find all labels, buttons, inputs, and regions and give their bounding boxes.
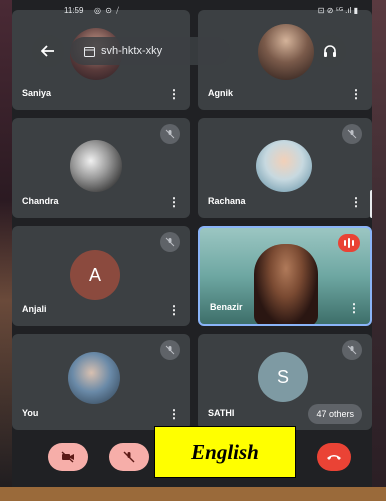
- participant-tile-you[interactable]: You ⋮: [12, 334, 190, 430]
- audio-output-button[interactable]: [314, 35, 346, 67]
- background-scene-left: [0, 0, 12, 501]
- avatar: [70, 140, 122, 192]
- others-count-badge[interactable]: 47 others: [308, 404, 362, 424]
- end-call-icon: [327, 455, 341, 460]
- more-options-icon[interactable]: ⋮: [168, 408, 180, 420]
- participant-name: Chandra: [22, 196, 59, 206]
- background-scene-right: [372, 0, 386, 501]
- others-count-label: 47 others: [316, 409, 354, 419]
- status-bar: 11:59 ◎ ⊙ ⧸ ⊡ ⊘ ⁵ᴳ .ıl ▮: [12, 0, 372, 20]
- mic-muted-icon: [160, 232, 180, 252]
- participant-name: SATHI: [208, 408, 235, 418]
- more-options-icon[interactable]: ⋮: [168, 88, 180, 100]
- arrow-left-icon: [41, 45, 54, 57]
- participant-name: You: [22, 408, 39, 418]
- participant-tile-sathi[interactable]: S SATHI 47 others: [198, 334, 372, 430]
- participant-name: Benazir: [210, 302, 243, 312]
- mic-muted-icon: [160, 340, 180, 360]
- status-icons-right: ⊡ ⊘ ⁵ᴳ .ıl ▮: [317, 6, 358, 15]
- mic-off-icon: [123, 451, 135, 463]
- meeting-top-bar: svh-hktx-xky: [12, 28, 372, 72]
- participant-tile-rachana[interactable]: Rachana ⋮: [198, 118, 372, 218]
- meeting-info-button[interactable]: svh-hktx-xky: [70, 37, 230, 65]
- avatar-initial: A: [88, 264, 101, 285]
- mic-muted-icon: [342, 340, 362, 360]
- participant-name: Saniya: [22, 88, 52, 98]
- participant-tile-anjali[interactable]: A Anjali ⋮: [12, 226, 190, 326]
- meeting-code: svh-hktx-xky: [101, 45, 163, 57]
- avatar: A: [70, 250, 120, 300]
- background-scene-bottom: [0, 487, 386, 501]
- avatar-initial: S: [276, 366, 289, 387]
- avatar: S: [258, 352, 308, 402]
- more-options-icon[interactable]: ⋮: [350, 196, 362, 208]
- avatar: [68, 352, 120, 404]
- participant-name: Anjali: [22, 304, 47, 314]
- more-options-icon[interactable]: ⋮: [348, 302, 360, 314]
- participant-tile-benazir[interactable]: Benazir ⋮: [198, 226, 372, 326]
- participant-name: Agnik: [208, 88, 234, 98]
- video-feed: [254, 244, 318, 324]
- calendar-icon: [84, 46, 95, 57]
- speaking-indicator-icon: [338, 234, 360, 252]
- more-options-icon[interactable]: ⋮: [350, 88, 362, 100]
- mic-muted-icon: [160, 124, 180, 144]
- phone-screen: Saniya ⋮ Agnik ⋮ Chandra ⋮ Rachana ⋮ A A…: [12, 0, 372, 487]
- back-button[interactable]: [32, 35, 64, 67]
- scrollbar[interactable]: [370, 190, 372, 218]
- participant-name: Rachana: [208, 196, 246, 206]
- more-options-icon[interactable]: ⋮: [168, 304, 180, 316]
- camera-toggle-button[interactable]: [48, 443, 88, 471]
- status-icons-left: ◎ ⊙ ⧸: [94, 6, 120, 15]
- status-time: 11:59: [64, 6, 84, 15]
- camera-off-icon: [61, 451, 74, 463]
- participant-tile-chandra[interactable]: Chandra ⋮: [12, 118, 190, 218]
- mic-muted-icon: [342, 124, 362, 144]
- language-label-overlay: English: [154, 426, 296, 478]
- avatar: [256, 140, 312, 192]
- end-call-button[interactable]: [317, 443, 351, 471]
- more-options-icon[interactable]: ⋮: [168, 196, 180, 208]
- language-label: English: [191, 439, 259, 464]
- mic-toggle-button[interactable]: [109, 443, 149, 471]
- headphones-icon: [324, 45, 336, 57]
